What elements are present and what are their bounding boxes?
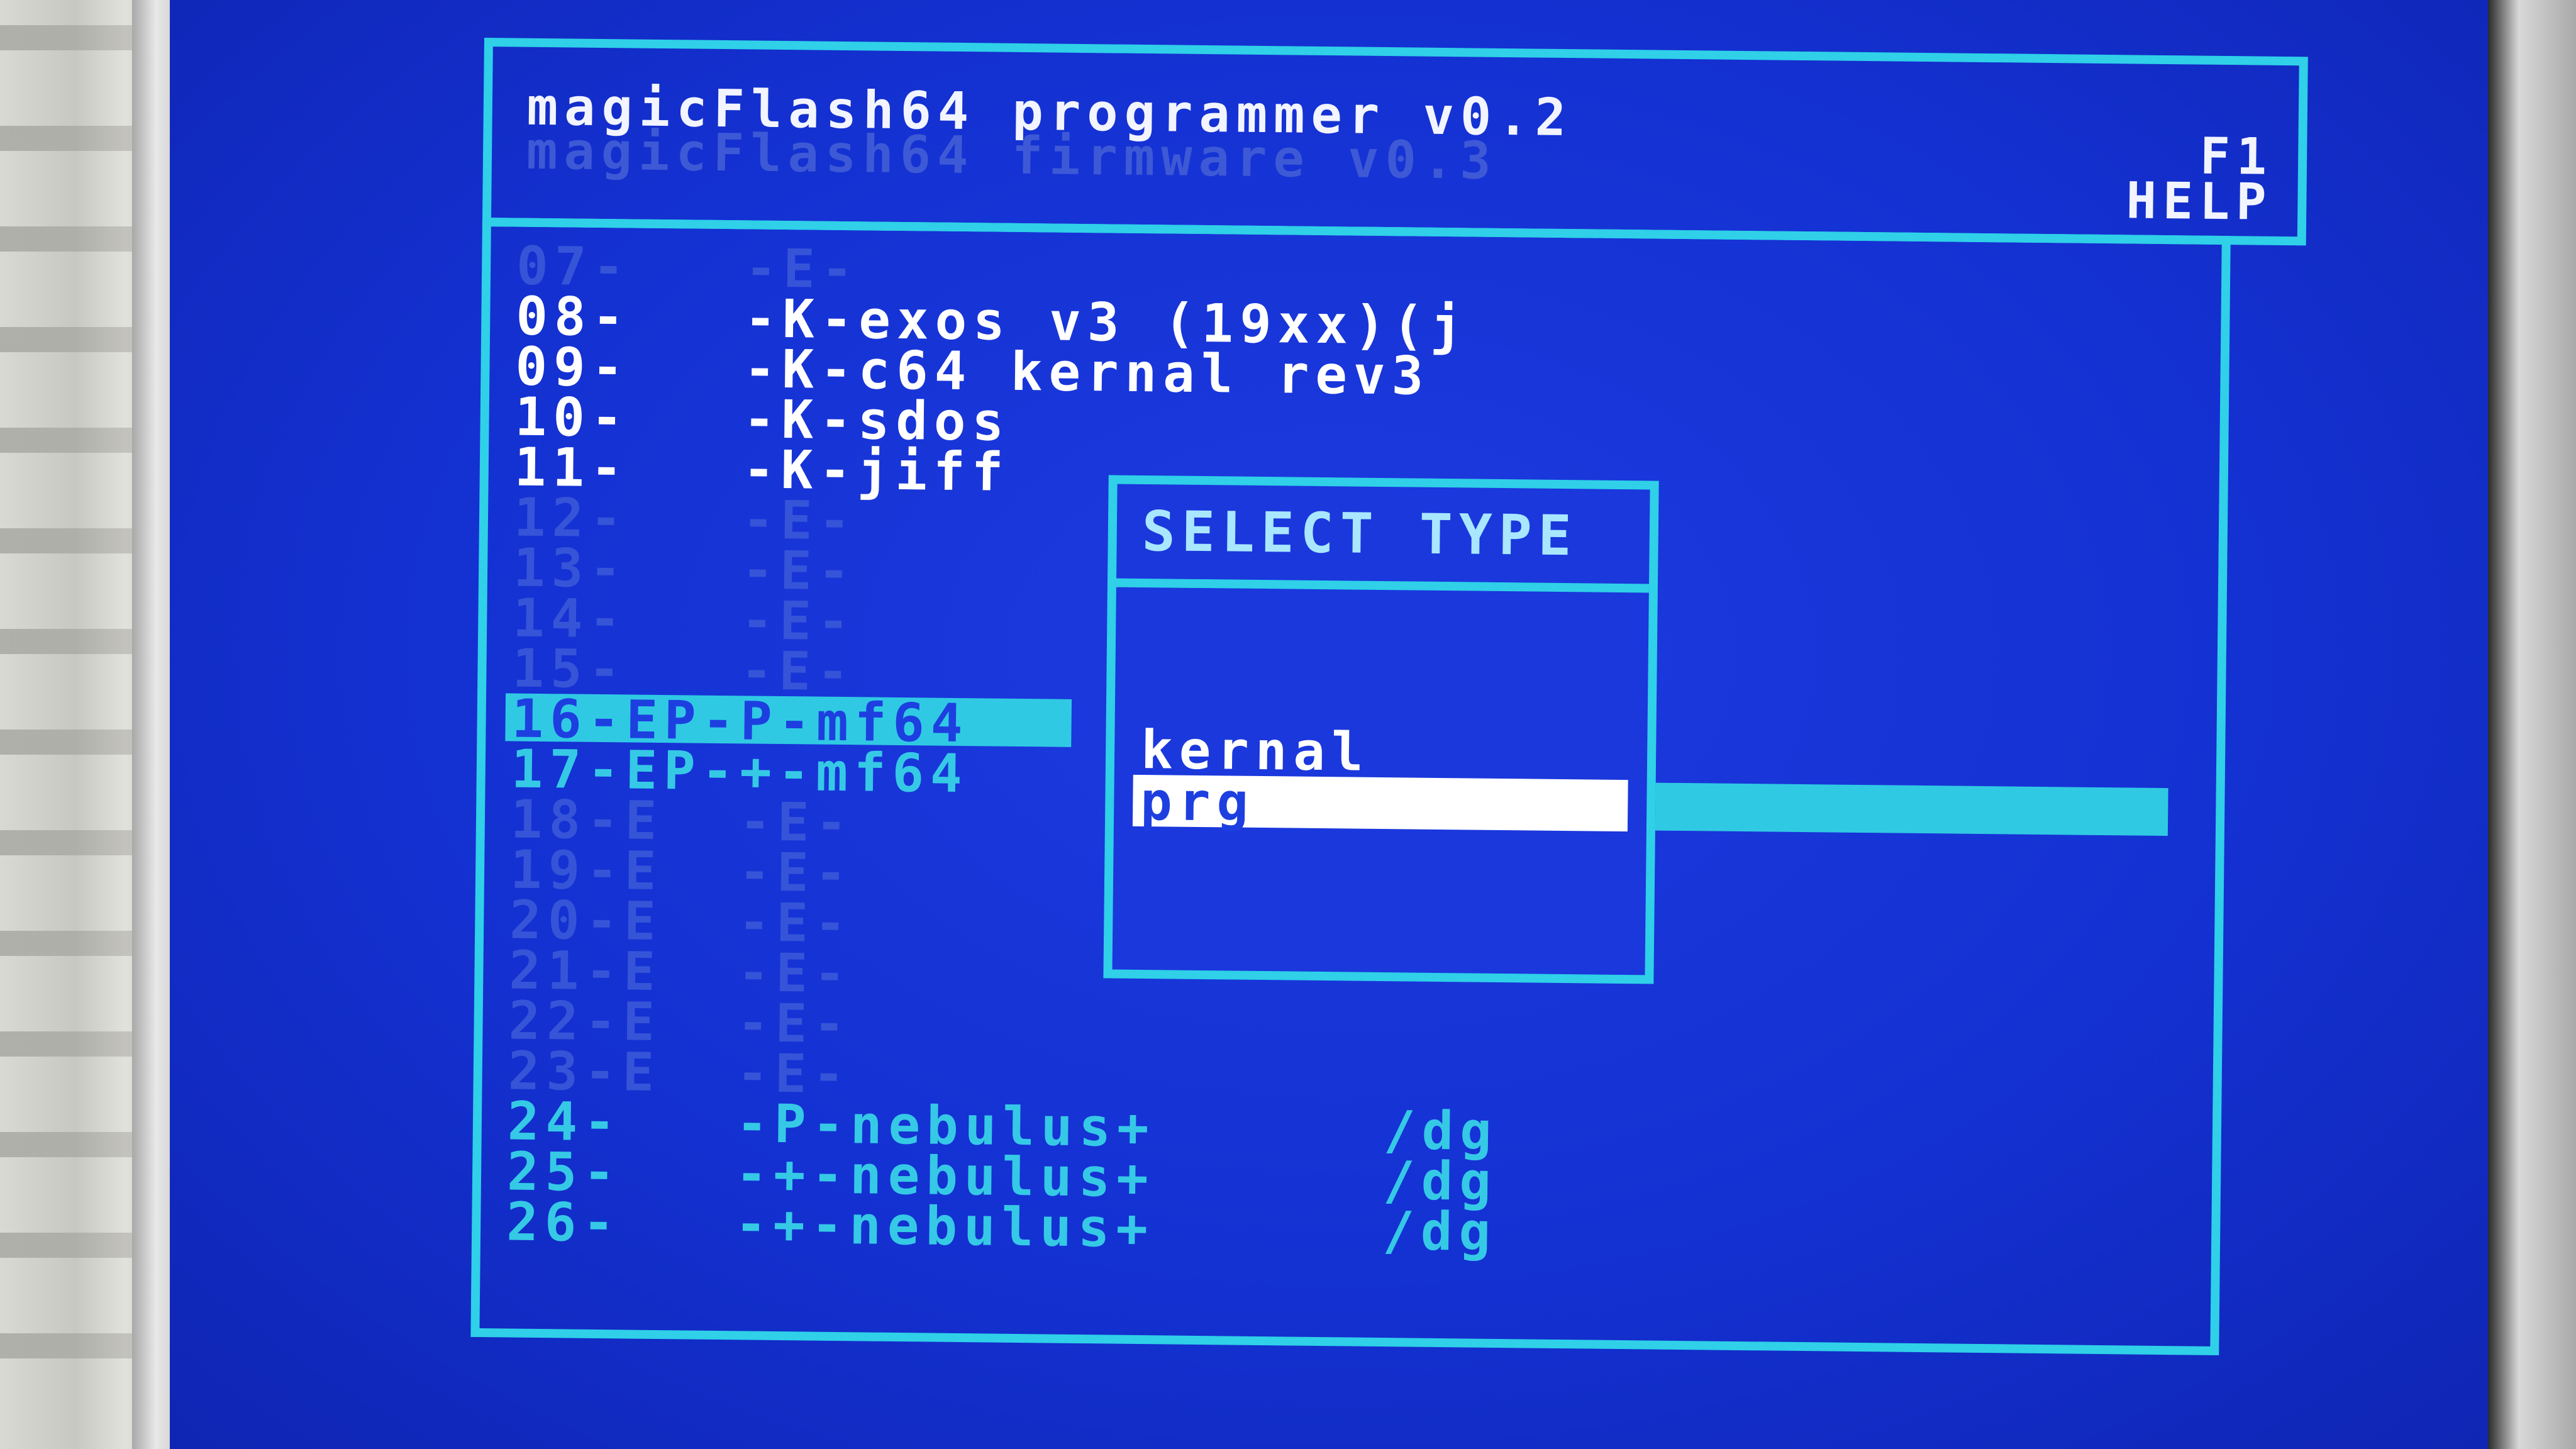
type-option-list: kernal prg: [1132, 719, 1629, 833]
slot-row-text: 26- -+-nebulus+ /dg: [506, 1191, 1497, 1263]
help-hint[interactable]: F1 HELP: [2126, 127, 2273, 231]
selection-bar-extension: [1614, 782, 2168, 836]
select-type-dialog: SELECT TYPE kernal prg: [1103, 475, 1659, 984]
photo-backdrop: magicFlash64 programmer v0.2 magicFlash6…: [0, 0, 2576, 1449]
crt-screen: magicFlash64 programmer v0.2 magicFlash6…: [170, 0, 2509, 1449]
slot-row[interactable]: 26- -+-nebulus+ /dg: [506, 1191, 1497, 1262]
firmware-version: magicFlash64 firmware v0.3: [526, 121, 1498, 191]
header-panel: magicFlash64 programmer v0.2 magicFlash6…: [482, 38, 2308, 246]
dialog-title: SELECT TYPE: [1116, 484, 1650, 593]
type-option-prg[interactable]: prg: [1132, 770, 1628, 833]
c64-text-display: magicFlash64 programmer v0.2 magicFlash6…: [470, 38, 2478, 1379]
monitor-bezel-right: [2488, 0, 2576, 1449]
help-label: HELP: [2126, 171, 2273, 231]
